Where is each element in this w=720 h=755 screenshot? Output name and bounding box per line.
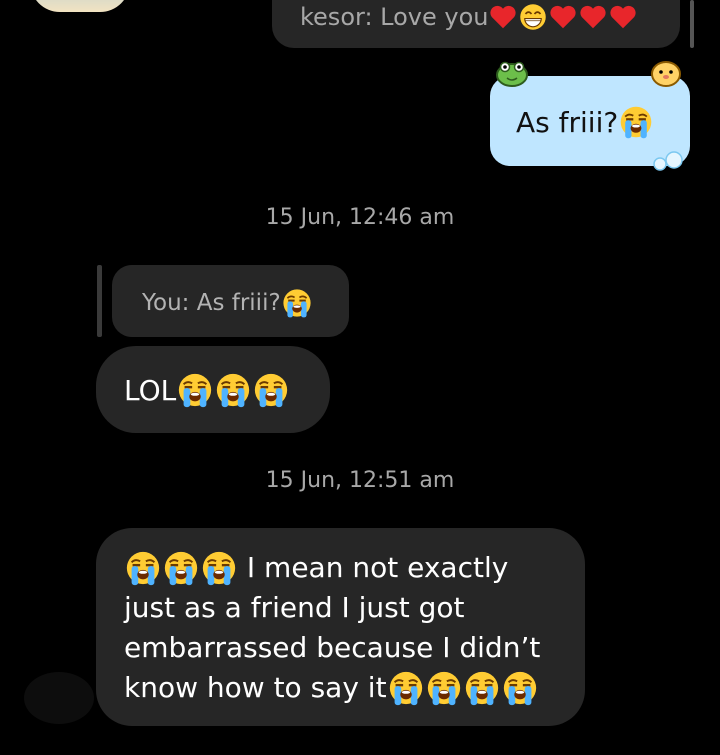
loudly-crying-face-icon xyxy=(463,669,501,707)
loudly-crying-face-icon xyxy=(200,549,238,587)
loudly-crying-face-icon xyxy=(252,371,290,409)
loudly-crying-face-icon xyxy=(124,549,162,587)
reply-preview-text: You: As friii? xyxy=(142,290,281,316)
grinning-face-icon xyxy=(518,2,548,32)
loudly-crying-face-icon xyxy=(387,669,425,707)
hamster-sticker-icon xyxy=(651,61,681,87)
replied-message-text: kesor: Love you xyxy=(300,3,489,31)
frog-sticker-icon xyxy=(496,61,528,87)
avatar-sticker-partial xyxy=(30,0,130,12)
message-text-line: I mean not exactly xyxy=(238,551,509,584)
bubbles-sticker-icon xyxy=(650,148,690,174)
loudly-crying-face-icon xyxy=(281,287,313,319)
heart-icon xyxy=(578,2,608,32)
timestamp: 15 Jun, 12:51 am xyxy=(265,468,455,493)
loudly-crying-face-icon xyxy=(214,371,252,409)
loudly-crying-face-icon xyxy=(425,669,463,707)
reply-indicator-bar xyxy=(97,265,102,337)
received-message-bubble[interactable]: LOL xyxy=(96,346,330,433)
message-text-line: embarrassed because I didn’t xyxy=(124,631,541,664)
bubble-theme-decoration xyxy=(480,58,690,88)
heart-icon xyxy=(608,2,638,32)
replied-message-preview[interactable]: kesor: Love you xyxy=(272,0,680,48)
loudly-crying-face-icon xyxy=(162,549,200,587)
loudly-crying-face-icon xyxy=(618,104,654,140)
loudly-crying-face-icon xyxy=(501,669,539,707)
message-text: LOL xyxy=(124,373,177,407)
message-text-line: know how to say it xyxy=(124,671,387,704)
message-text-line: just as a friend I just got xyxy=(124,591,465,624)
sent-message-text: As friii? xyxy=(516,105,619,139)
sender-avatar[interactable] xyxy=(24,672,94,724)
heart-icon xyxy=(548,2,578,32)
scrollbar[interactable] xyxy=(690,0,694,48)
received-message-bubble[interactable]: I mean not exactly just as a friend I ju… xyxy=(96,528,585,726)
heart-icon xyxy=(488,2,518,32)
reply-preview-bubble[interactable]: You: As friii? xyxy=(112,265,349,337)
loudly-crying-face-icon xyxy=(176,371,214,409)
timestamp: 15 Jun, 12:46 am xyxy=(265,205,455,230)
